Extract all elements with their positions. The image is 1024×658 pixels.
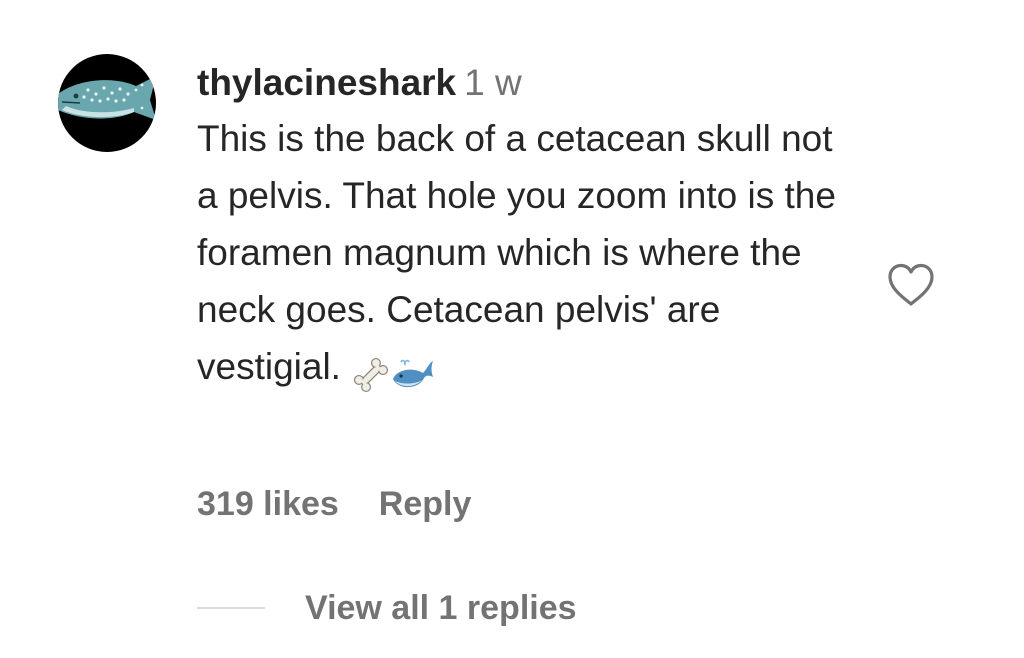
like-button[interactable] <box>886 262 936 308</box>
comment: thylacineshark 1 w This is the back of a … <box>0 0 1024 658</box>
whale-shark-avatar-icon <box>58 76 156 120</box>
whale-emoji-icon <box>392 359 433 388</box>
reply-button[interactable]: Reply <box>379 485 472 523</box>
heart-outline-icon <box>888 263 934 306</box>
bone-emoji-icon <box>353 358 388 393</box>
comment-actions: 319 likes Reply <box>197 484 471 524</box>
timestamp: 1 w <box>464 62 522 103</box>
avatar[interactable] <box>58 54 156 152</box>
comment-text-content: This is the back of a cetacean skull not… <box>197 118 836 387</box>
username-link[interactable]: thylacineshark <box>197 62 456 103</box>
comment-body: thylacineshark 1 w This is the back of a … <box>197 62 877 401</box>
likes-count[interactable]: 319 likes <box>197 485 339 523</box>
comment-text: This is the back of a cetacean skull not… <box>197 110 857 401</box>
replies-divider <box>197 607 265 609</box>
emoji-group <box>351 344 435 401</box>
comment-header: thylacineshark 1 w <box>197 62 877 104</box>
view-all-replies-button[interactable]: View all 1 replies <box>305 588 577 628</box>
